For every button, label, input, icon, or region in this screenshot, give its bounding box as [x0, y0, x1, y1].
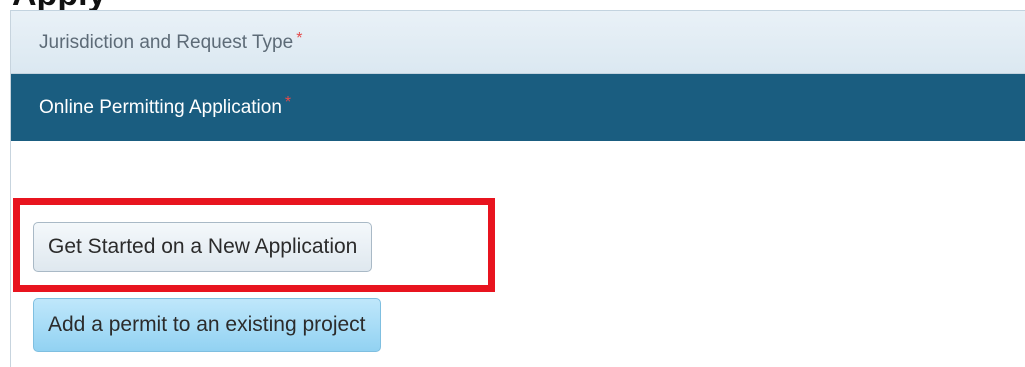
add-permit-to-existing-project-button[interactable]: Add a permit to an existing project	[33, 298, 381, 352]
section-online-permitting-application[interactable]: Online Permitting Application *	[11, 74, 1025, 141]
section-label: Online Permitting Application	[39, 97, 282, 118]
section-label: Jurisdiction and Request Type	[39, 32, 294, 53]
required-marker: *	[284, 94, 292, 111]
required-marker: *	[296, 30, 303, 47]
permit-application-page: Apply Jurisdiction and Request Type* Onl…	[0, 0, 1025, 367]
new-application-button[interactable]: Get Started on a New Application	[33, 222, 373, 272]
section-jurisdiction-and-request-type[interactable]: Jurisdiction and Request Type *	[11, 10, 1025, 74]
